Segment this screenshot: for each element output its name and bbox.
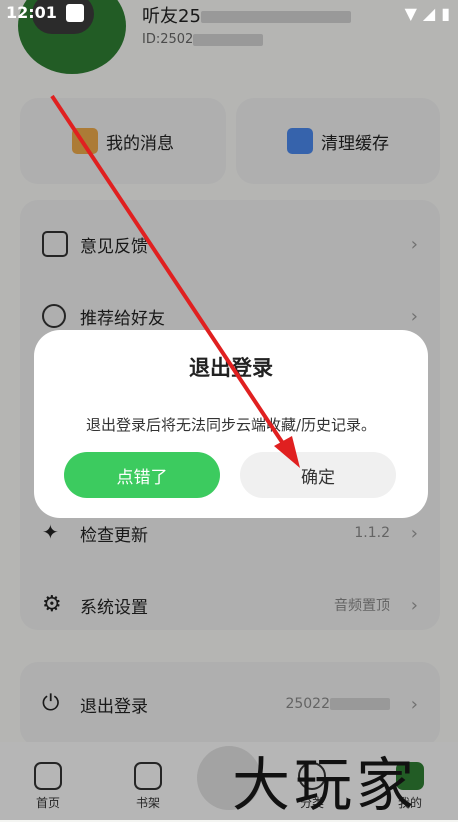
- annotation-arrow: [50, 94, 300, 468]
- watermark: 大玩家: [232, 751, 419, 819]
